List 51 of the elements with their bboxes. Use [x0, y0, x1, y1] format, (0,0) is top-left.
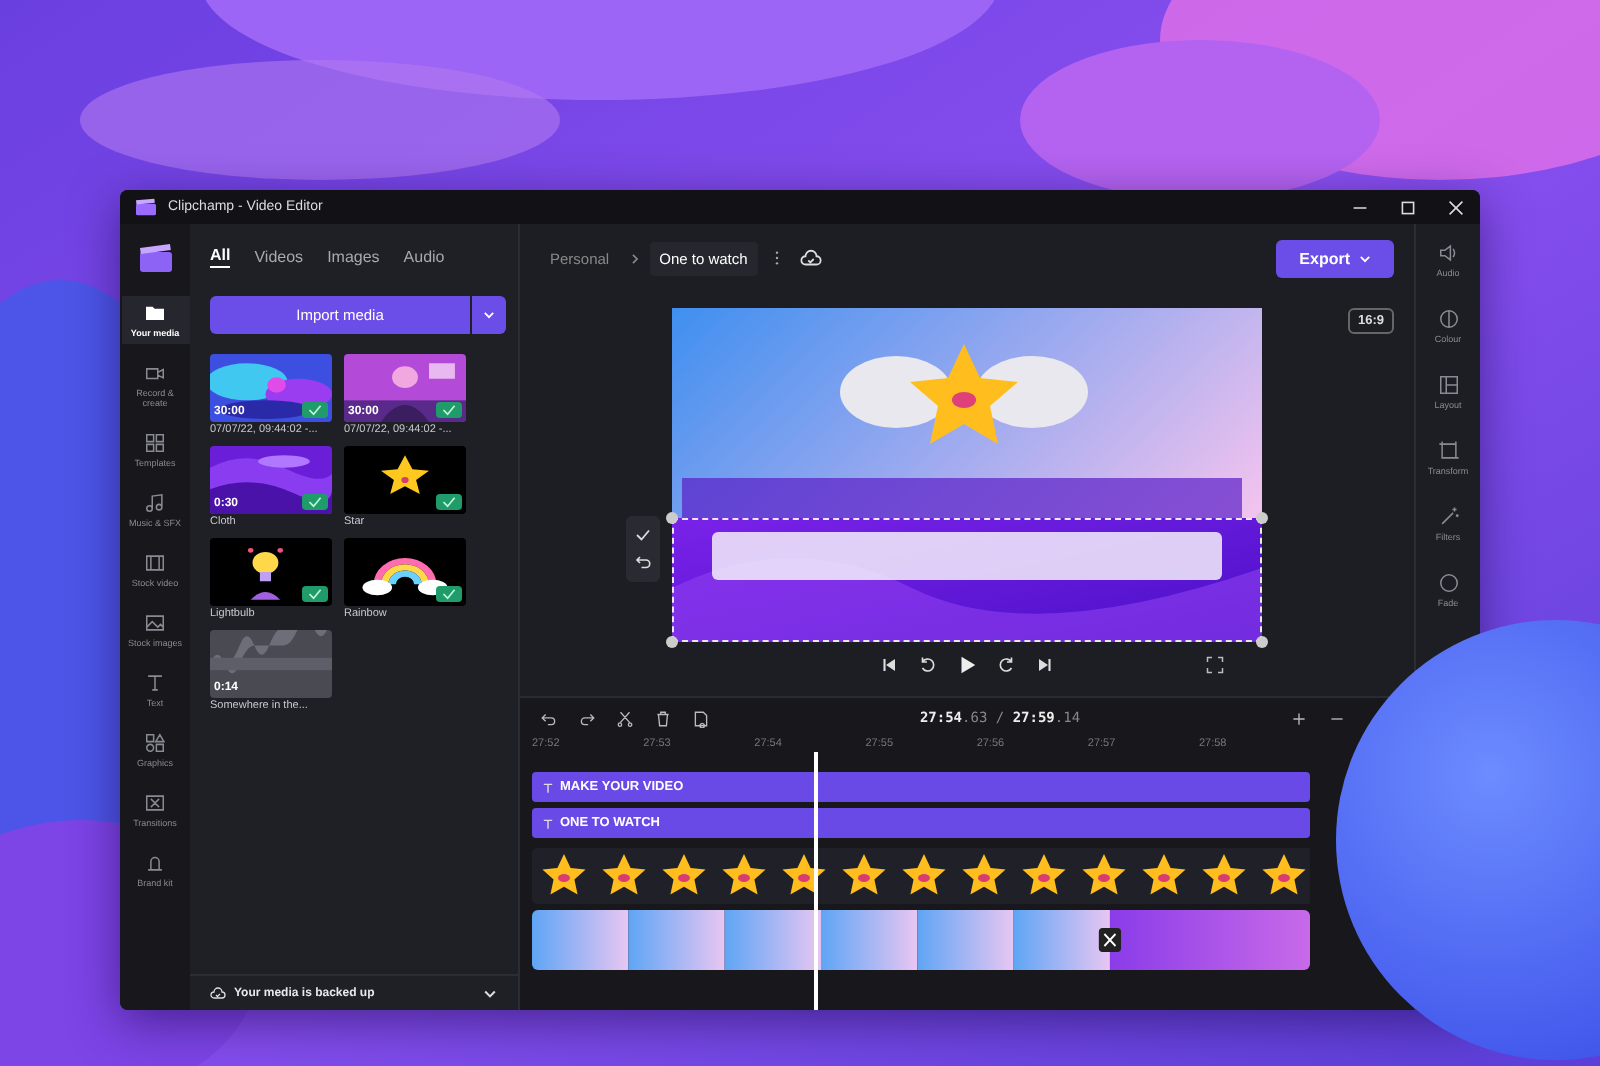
fullscreen-icon[interactable]	[1206, 655, 1224, 673]
media-tab[interactable]: Audio	[403, 244, 445, 268]
selection-frame[interactable]	[672, 518, 1262, 642]
maximize-icon[interactable]	[1400, 199, 1416, 215]
media-tab[interactable]: Images	[327, 244, 380, 268]
text-icon	[542, 781, 554, 793]
fade-icon	[1437, 572, 1459, 594]
folder-icon	[144, 302, 166, 324]
shapes-icon	[144, 732, 166, 754]
transition-icon	[144, 792, 166, 814]
media-tab[interactable]: Videos	[254, 244, 304, 268]
zoom-in-icon[interactable]	[1290, 709, 1308, 727]
chevron-down-icon	[482, 985, 498, 1001]
cloud-check-icon[interactable]	[799, 247, 822, 269]
speaker-icon	[1437, 242, 1459, 264]
film-icon	[144, 552, 166, 574]
clapperboard-icon	[139, 244, 171, 272]
skip-back-icon[interactable]	[880, 655, 898, 673]
grid-icon	[144, 432, 166, 454]
camera-icon	[144, 362, 166, 384]
export-button[interactable]: Export	[1275, 239, 1394, 277]
undo-icon[interactable]	[540, 709, 558, 727]
chevron-down-icon	[482, 308, 496, 322]
transform-icon	[1437, 440, 1459, 462]
music-note-icon	[144, 492, 166, 514]
text-icon	[144, 672, 166, 694]
clapperboard-icon	[136, 198, 156, 216]
rewind-icon[interactable]	[918, 655, 936, 673]
video-track-drawing[interactable]	[532, 910, 1310, 970]
undo-icon[interactable]	[634, 554, 652, 572]
text-icon	[542, 817, 554, 829]
chevron-right-icon	[627, 251, 642, 265]
skip-forward-icon[interactable]	[1036, 655, 1054, 673]
trash-icon[interactable]	[654, 709, 672, 727]
brand-kit-icon	[144, 852, 166, 874]
redo-icon[interactable]	[578, 709, 596, 727]
chevron-down-icon	[1358, 251, 1372, 265]
fast-forward-icon[interactable]	[998, 655, 1016, 673]
contrast-icon	[1437, 308, 1459, 330]
layout-icon	[1437, 374, 1459, 396]
close-icon[interactable]	[1448, 199, 1464, 215]
clip-icon[interactable]	[692, 709, 710, 727]
checkmark-icon[interactable]	[634, 526, 652, 544]
more-icon[interactable]	[773, 250, 780, 266]
play-icon[interactable]	[956, 653, 978, 675]
image-icon	[144, 612, 166, 634]
media-tab[interactable]: All	[210, 244, 231, 268]
magic-wand-icon	[1437, 506, 1459, 528]
scissors-icon[interactable]	[616, 709, 634, 727]
cloud-check-icon	[210, 985, 226, 1001]
sticker-track-drawing[interactable]	[532, 848, 1310, 904]
